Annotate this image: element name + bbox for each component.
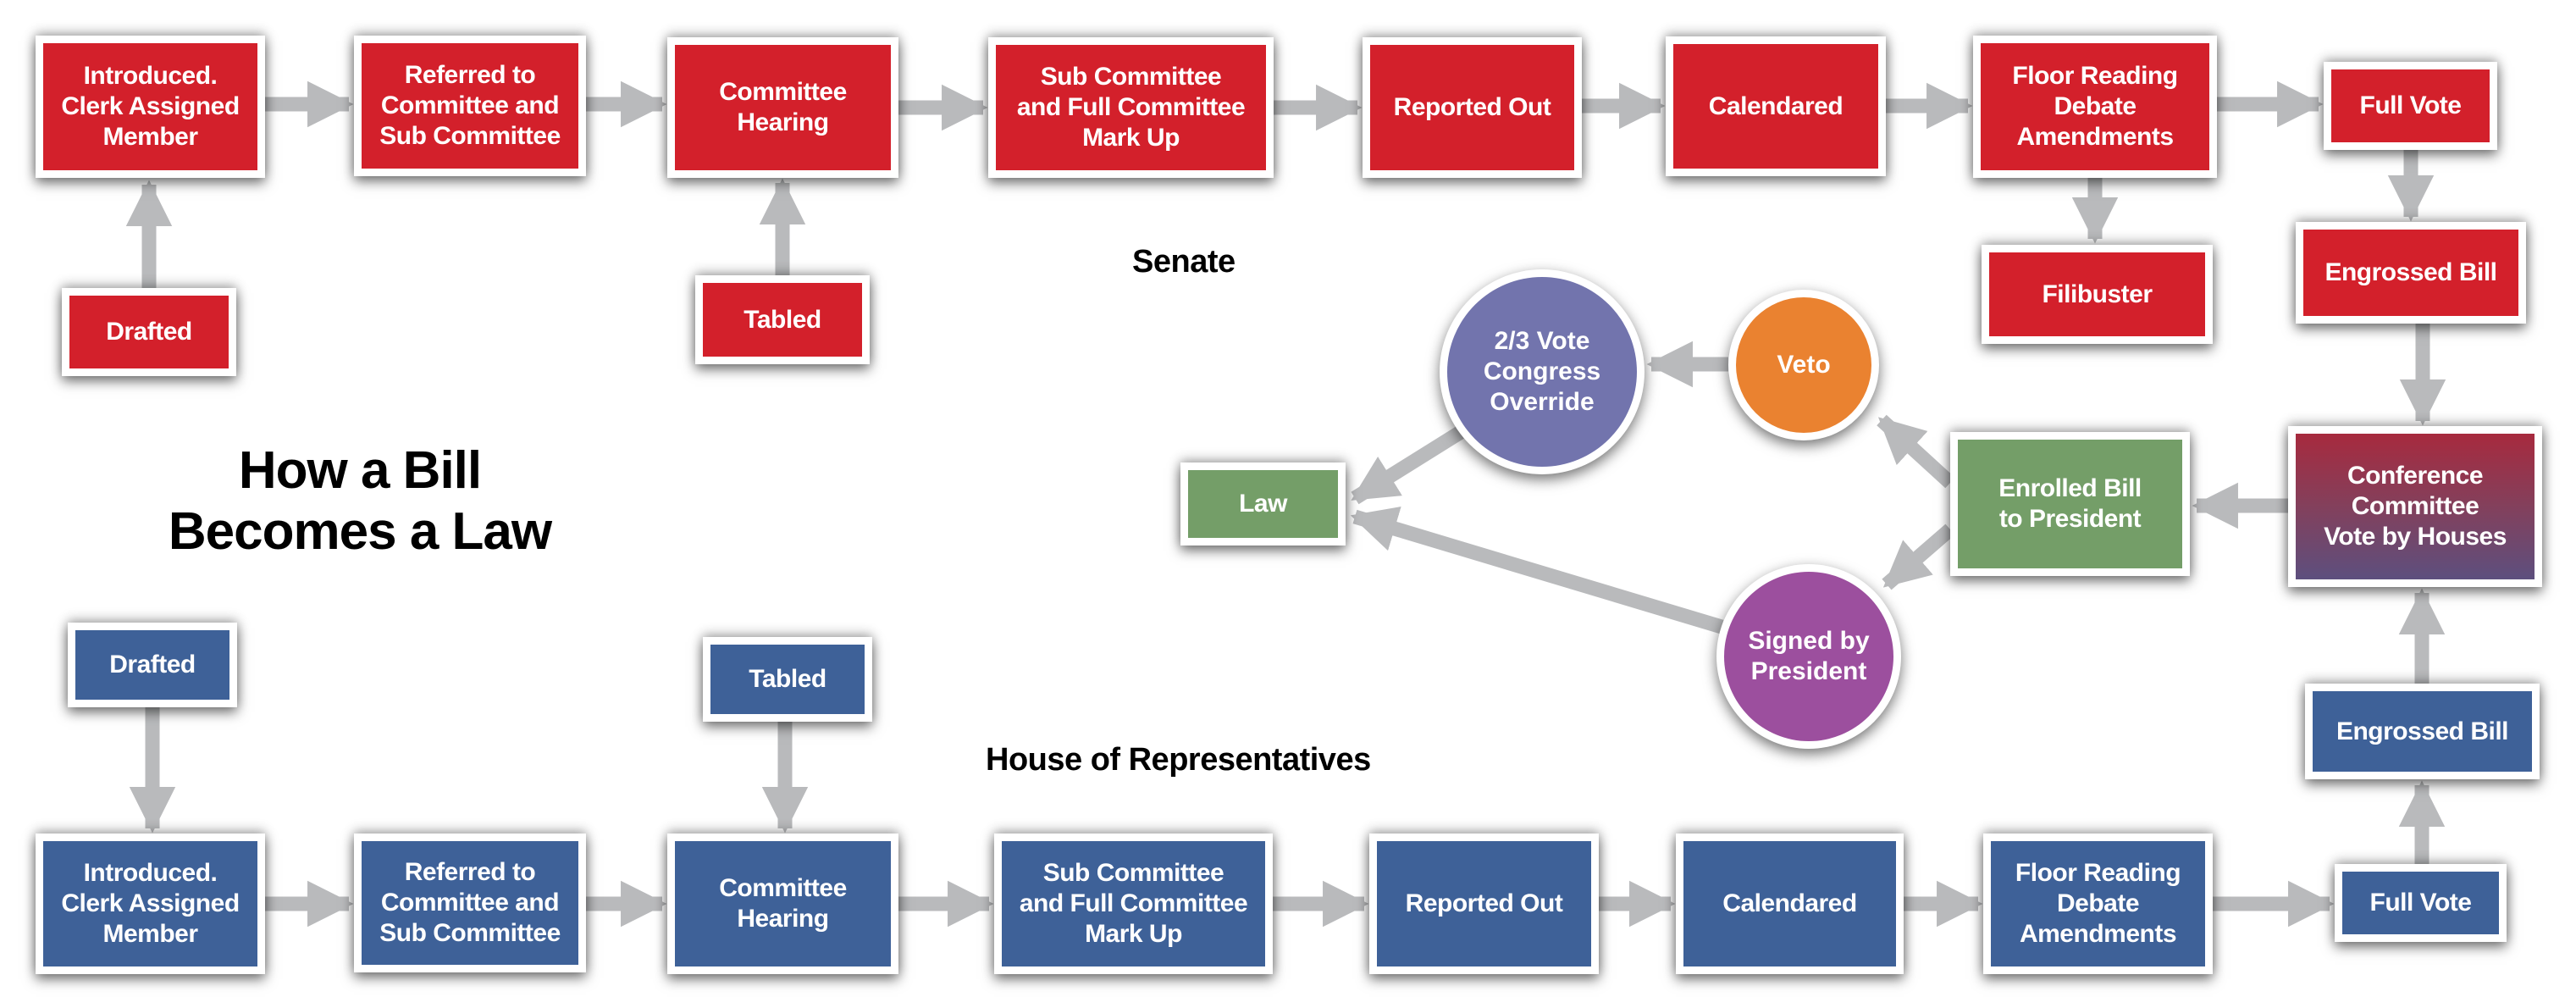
override-text: 2/3 Vote Congress Override (1447, 277, 1637, 467)
house-engrossed-text: Engrossed Bill (2313, 691, 2532, 772)
senate-hearing-text: Committee Hearing (675, 45, 891, 170)
senate-referred-node[interactable]: Referred to Committee and Sub Committee (354, 36, 586, 176)
title-line-2: Becomes a Law (168, 502, 552, 561)
signed-node[interactable]: Signed by President (1716, 564, 1901, 749)
house-tabled-node[interactable]: Tabled (703, 637, 872, 722)
house-reported-text: Reported Out (1377, 841, 1591, 966)
senate-hearing-node[interactable]: Committee Hearing (667, 37, 898, 178)
house-referred-node[interactable]: Referred to Committee and Sub Committee (354, 834, 586, 972)
house-introduced-node[interactable]: Introduced. Clerk Assigned Member (36, 834, 265, 974)
senate-floor-node[interactable]: Floor Reading Debate Amendments (1973, 36, 2217, 178)
house-reported-node[interactable]: Reported Out (1369, 834, 1599, 974)
house-calendared-node[interactable]: Calendared (1676, 834, 1904, 974)
house-drafted-text: Drafted (75, 630, 229, 700)
senate-label: Senate (1132, 244, 1235, 280)
house-floor-text: Floor Reading Debate Amendments (1991, 841, 2205, 966)
veto-node[interactable]: Veto (1728, 290, 1879, 440)
arrow-signed-to-law (1350, 507, 1724, 634)
house-referred-text: Referred to Committee and Sub Committee (362, 841, 578, 965)
senate-tabled-text: Tabled (703, 283, 862, 357)
senate-filibuster-text: Filibuster (1989, 252, 2205, 336)
senate-markup-text: Sub Committee and Full Committee Mark Up (996, 45, 1266, 170)
house-introduced-text: Introduced. Clerk Assigned Member (43, 841, 257, 966)
house-calendared-text: Calendared (1683, 841, 1896, 966)
arrow-enrolled-to-veto (1877, 414, 1955, 489)
house-floor-node[interactable]: Floor Reading Debate Amendments (1983, 834, 2213, 974)
veto-text: Veto (1736, 297, 1871, 433)
senate-filibuster-node[interactable]: Filibuster (1982, 245, 2213, 344)
enrolled-node[interactable]: Enrolled Bill to President (1950, 432, 2190, 576)
senate-introduced-node[interactable]: Introduced. Clerk Assigned Member (36, 36, 265, 178)
senate-calendared-text: Calendared (1673, 44, 1878, 169)
law-text: Law (1188, 470, 1338, 538)
arrow-override-to-law (1351, 425, 1465, 505)
senate-reported-node[interactable]: Reported Out (1363, 37, 1582, 178)
house-drafted-node[interactable]: Drafted (68, 623, 237, 707)
house-engrossed-node[interactable]: Engrossed Bill (2305, 684, 2540, 779)
senate-reported-text: Reported Out (1370, 45, 1574, 170)
title-line-1: How a Bill (238, 441, 482, 500)
arrow-enrolled-to-signed (1882, 523, 1955, 590)
senate-introduced-text: Introduced. Clerk Assigned Member (43, 43, 257, 170)
override-node[interactable]: 2/3 Vote Congress Override (1440, 269, 1645, 474)
house-hearing-text: Committee Hearing (675, 841, 891, 966)
senate-floor-text: Floor Reading Debate Amendments (1981, 43, 2209, 170)
house-label: House of Representatives (986, 742, 1371, 778)
conference-text: Conference Committee Vote by Houses (2296, 434, 2535, 579)
diagram-title: How a Bill Becomes a Law (119, 440, 601, 562)
conference-node[interactable]: Conference Committee Vote by Houses (2288, 426, 2542, 587)
senate-engrossed-node[interactable]: Engrossed Bill (2296, 222, 2526, 324)
house-hearing-node[interactable]: Committee Hearing (667, 834, 898, 974)
house-tabled-text: Tabled (710, 645, 865, 714)
senate-calendared-node[interactable]: Calendared (1666, 36, 1886, 176)
senate-referred-text: Referred to Committee and Sub Committee (362, 43, 578, 169)
signed-text: Signed by President (1724, 572, 1893, 741)
senate-engrossed-text: Engrossed Bill (2303, 230, 2518, 316)
house-full-vote-node[interactable]: Full Vote (2335, 864, 2507, 942)
senate-markup-node[interactable]: Sub Committee and Full Committee Mark Up (988, 37, 1274, 178)
house-full-vote-text: Full Vote (2342, 872, 2499, 934)
senate-full-vote-node[interactable]: Full Vote (2324, 62, 2497, 150)
enrolled-text: Enrolled Bill to President (1958, 440, 2182, 568)
senate-full-vote-text: Full Vote (2331, 69, 2490, 142)
house-markup-node[interactable]: Sub Committee and Full Committee Mark Up (994, 834, 1273, 974)
senate-tabled-node[interactable]: Tabled (695, 275, 870, 364)
senate-drafted-text: Drafted (69, 296, 229, 368)
house-markup-text: Sub Committee and Full Committee Mark Up (1002, 841, 1265, 966)
law-node[interactable]: Law (1180, 462, 1346, 546)
senate-drafted-node[interactable]: Drafted (62, 288, 236, 376)
